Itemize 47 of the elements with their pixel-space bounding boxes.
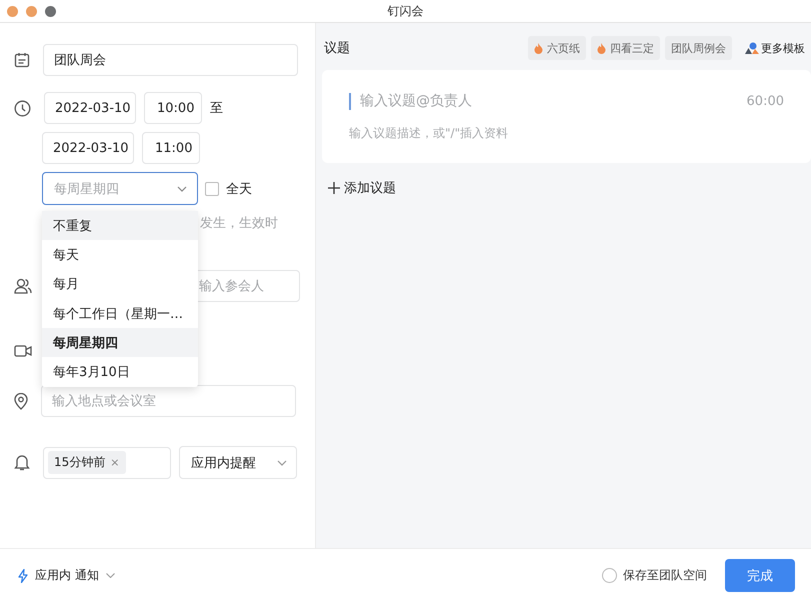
agenda-label: 议题: [324, 40, 350, 57]
notification-dropdown[interactable]: 应用内 通知: [18, 567, 115, 584]
clock-icon: [14, 100, 31, 116]
all-day-label: 全天: [226, 180, 252, 198]
calendar-icon: [14, 52, 30, 68]
all-day-checkbox[interactable]: [205, 182, 219, 196]
menu-item[interactable]: 每周星期四: [42, 328, 198, 358]
template-chip[interactable]: 四看三定: [591, 36, 660, 60]
to-label: 至: [210, 100, 223, 117]
repeat-hint: 发生，生效时: [200, 215, 278, 232]
bell-icon: [14, 454, 30, 471]
end-time-field[interactable]: 11:00: [142, 132, 200, 164]
reminder-tag: 15分钟前 ×: [48, 451, 126, 474]
window-title: 钉闪会: [388, 2, 424, 20]
menu-item[interactable]: 每月: [42, 270, 198, 299]
template-chip[interactable]: 团队周例会: [665, 36, 732, 60]
lightning-icon: [18, 568, 28, 582]
chevron-down-icon: [277, 460, 287, 466]
save-to-team-label: 保存至团队空间: [623, 567, 707, 584]
flame-icon: [534, 42, 543, 54]
shapes-icon: [745, 42, 759, 54]
title-field[interactable]: 团队周会: [43, 44, 298, 76]
reminder-field[interactable]: 15分钟前 ×: [43, 446, 171, 478]
more-templates-button[interactable]: 更多模板: [737, 40, 805, 56]
reminder-channel-select[interactable]: 应用内提醒: [179, 446, 297, 479]
location-pin-icon: [14, 392, 28, 410]
menu-item[interactable]: 每个工作日（星期一…: [42, 298, 198, 328]
save-to-team-radio[interactable]: [602, 568, 617, 583]
done-button[interactable]: 完成: [725, 559, 795, 592]
chevron-down-icon: [177, 186, 187, 192]
chevron-down-icon: [106, 573, 115, 578]
start-date-field[interactable]: 2022-03-10: [44, 92, 136, 124]
duration-text: 60:00: [746, 94, 784, 108]
menu-item[interactable]: 每天: [42, 240, 198, 270]
plus-icon: [328, 182, 340, 194]
people-icon: [14, 278, 32, 294]
start-time-field[interactable]: 10:00: [144, 92, 202, 124]
close-button[interactable]: [7, 6, 18, 16]
menu-item[interactable]: 不重复: [42, 211, 198, 240]
video-camera-icon: [14, 344, 32, 358]
flame-icon: [597, 42, 606, 54]
menu-item[interactable]: 每年3月10日: [42, 357, 198, 387]
add-agenda-button[interactable]: 添加议题: [322, 179, 396, 197]
zoom-button[interactable]: [45, 6, 56, 16]
template-chip[interactable]: 六页纸: [528, 36, 586, 60]
end-date-field[interactable]: 2022-03-10: [42, 132, 134, 164]
minimize-button[interactable]: [26, 6, 37, 16]
